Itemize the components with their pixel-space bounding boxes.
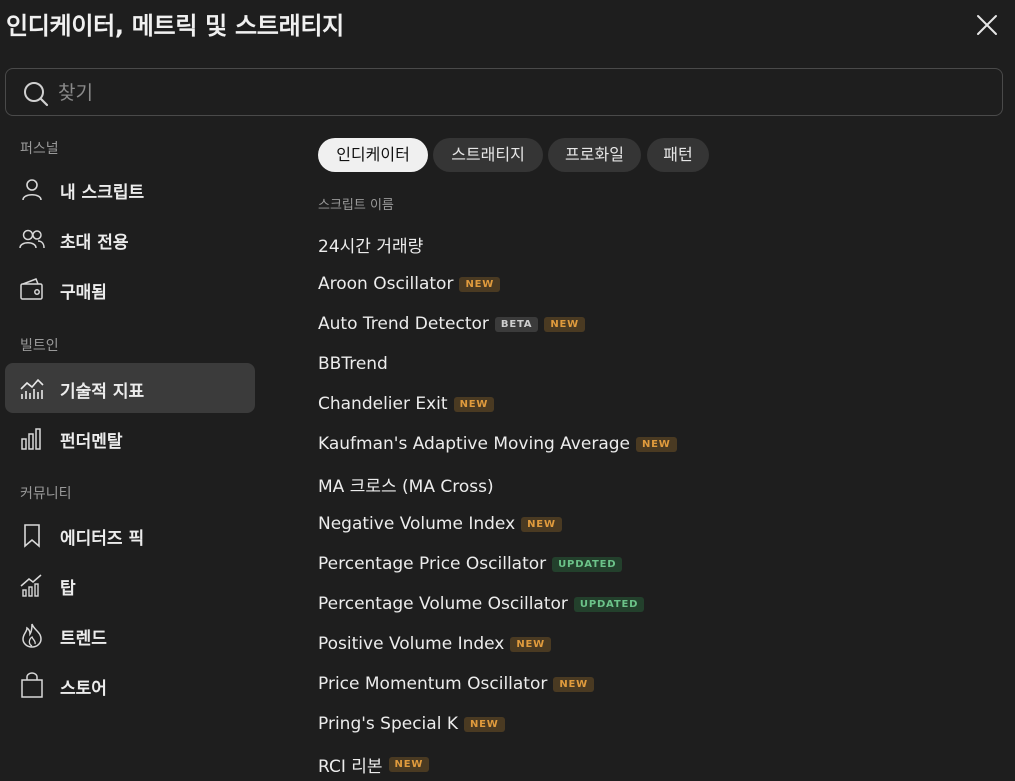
list-item[interactable]: Pring's Special K NEW [318, 711, 505, 737]
script-name: Percentage Volume Oscillator [318, 594, 568, 614]
script-name: MA 크로스 (MA Cross) [318, 476, 494, 497]
dialog-title: 인디케이터, 메트릭 및 스트래티지 [6, 12, 344, 40]
list-item[interactable]: Percentage Volume Oscillator UPDATED [318, 591, 645, 617]
list-item[interactable]: BBTrend [318, 351, 388, 377]
sidebar-item-label: 에디터즈 픽 [60, 529, 145, 549]
list-item[interactable]: Auto Trend Detector BETA NEW [318, 311, 585, 337]
new-badge: NEW [453, 396, 495, 412]
updated-badge: UPDATED [573, 596, 645, 612]
personal-heading: 퍼스널 [20, 141, 59, 157]
sidebar-item-editors-picks[interactable]: 에디터즈 픽 [5, 510, 255, 560]
list-item[interactable]: RCI 리본 NEW [318, 751, 430, 777]
list-item[interactable]: Percentage Price Oscillator UPDATED [318, 551, 623, 577]
community-heading: 커뮤니티 [20, 486, 72, 502]
script-name: Chandelier Exit [318, 394, 448, 414]
sidebar-item-technicals[interactable]: 기술적 지표 [5, 363, 255, 413]
new-badge: NEW [510, 636, 552, 652]
list-item[interactable]: Chandelier Exit NEW [318, 391, 495, 417]
sidebar-item-label: 펀더멘탈 [60, 432, 123, 452]
sidebar-item-label: 탑 [60, 579, 76, 599]
new-badge: NEW [388, 756, 430, 772]
users-icon [19, 229, 45, 249]
sidebar-item-label: 트렌드 [60, 629, 107, 649]
script-name: Auto Trend Detector [318, 314, 489, 334]
list-item[interactable]: Kaufman's Adaptive Moving Average NEW [318, 431, 677, 457]
new-badge: NEW [463, 716, 505, 732]
user-icon [22, 179, 42, 201]
search-input[interactable] [56, 77, 960, 109]
sidebar-item-label: 초대 전용 [60, 233, 129, 253]
list-item[interactable]: Negative Volume Index NEW [318, 511, 562, 537]
script-name: BBTrend [318, 354, 388, 374]
script-name: RCI 리본 [318, 756, 383, 777]
sidebar-item-purchased[interactable]: 구매됨 [5, 264, 255, 314]
tab-strategies[interactable]: 스트래티지 [433, 138, 543, 172]
indicators-dialog: 인디케이터, 메트릭 및 스트래티지 퍼스널 내 스크립트 초대 전용 [0, 0, 1015, 781]
sidebar-item-label: 구매됨 [60, 283, 107, 303]
sidebar-item-label: 기술적 지표 [60, 382, 145, 402]
tab-indicators[interactable]: 인디케이터 [318, 138, 428, 172]
chart-icon [20, 378, 44, 399]
script-name: Aroon Oscillator [318, 274, 454, 294]
sidebar-item-top[interactable]: 탑 [5, 560, 255, 610]
growth-icon [20, 574, 42, 597]
tab-profiles[interactable]: 프로화일 [548, 138, 641, 172]
script-name: 24시간 거래량 [318, 236, 424, 257]
sidebar-item-my-scripts[interactable]: 내 스크립트 [5, 164, 255, 214]
bag-icon [21, 672, 43, 698]
flame-icon [22, 623, 42, 648]
sidebar-item-label: 스토어 [60, 679, 107, 699]
sidebar-item-store[interactable]: 스토어 [5, 660, 255, 710]
new-badge: NEW [553, 676, 595, 692]
wallet-icon [20, 278, 43, 300]
tab-patterns[interactable]: 패턴 [647, 138, 709, 172]
new-badge: NEW [544, 316, 585, 332]
new-badge: NEW [521, 516, 562, 532]
script-name: Negative Volume Index [318, 514, 516, 534]
close-icon [977, 15, 997, 35]
bars-icon [21, 428, 41, 450]
column-header-script-name: 스크립트 이름 [318, 198, 394, 213]
beta-badge: BETA [494, 316, 539, 332]
list-item[interactable]: MA 크로스 (MA Cross) [318, 471, 494, 497]
sidebar-item-label: 내 스크립트 [60, 183, 145, 203]
search-icon [24, 82, 49, 107]
bookmark-icon [24, 524, 40, 548]
script-name: Positive Volume Index [318, 634, 505, 654]
script-name: Price Momentum Oscillator [318, 674, 548, 694]
list-item[interactable]: Price Momentum Oscillator NEW [318, 671, 595, 697]
updated-badge: UPDATED [552, 556, 623, 572]
script-name: Pring's Special K [318, 714, 458, 734]
new-badge: NEW [459, 276, 501, 292]
script-name: Percentage Price Oscillator [318, 554, 547, 574]
list-item[interactable]: 24시간 거래량 [318, 231, 423, 257]
new-badge: NEW [636, 436, 677, 452]
list-item[interactable]: Positive Volume Index NEW [318, 631, 552, 657]
search-box[interactable] [5, 68, 1003, 116]
script-name: Kaufman's Adaptive Moving Average [318, 434, 630, 454]
sidebar-item-invite-only[interactable]: 초대 전용 [5, 214, 255, 264]
builtin-heading: 빌트인 [20, 338, 59, 354]
list-item[interactable]: Aroon Oscillator NEW [318, 271, 501, 297]
sidebar-item-fundamentals[interactable]: 펀더멘탈 [5, 413, 255, 463]
sidebar-item-trending[interactable]: 트렌드 [5, 610, 255, 660]
close-button[interactable] [972, 10, 1002, 40]
